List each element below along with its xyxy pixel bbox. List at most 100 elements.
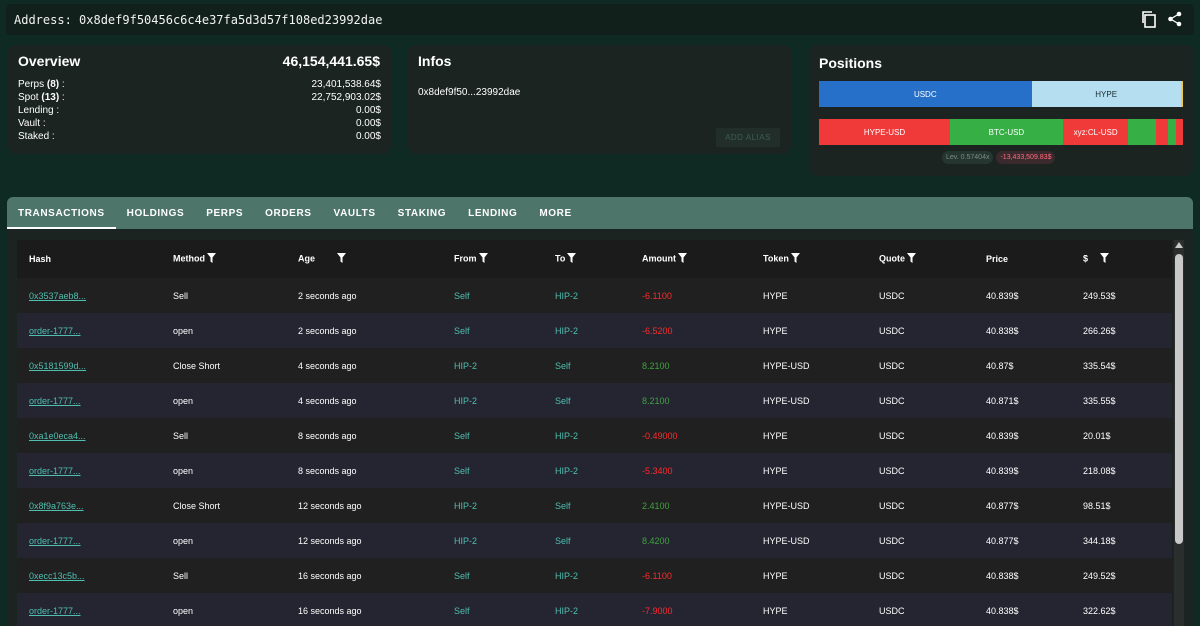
- cell-hash[interactable]: order-1777...: [29, 606, 81, 616]
- cell-token: HYPE-USD: [763, 535, 810, 546]
- filter-icon[interactable]: [907, 253, 916, 265]
- tab-vaults[interactable]: VAULTS: [323, 197, 387, 229]
- cell-token: HYPE: [763, 570, 788, 581]
- filter-icon[interactable]: [567, 253, 577, 265]
- filter-icon[interactable]: [337, 253, 347, 265]
- cell-hash[interactable]: order-1777...: [29, 466, 81, 476]
- position-segment[interactable]: [1180, 81, 1183, 107]
- cell-hash[interactable]: order-1777...: [29, 536, 81, 546]
- cell-age: 12 seconds ago: [298, 535, 362, 546]
- cell-from[interactable]: Self: [454, 326, 470, 336]
- cell-method: open: [173, 535, 194, 546]
- transactions-table: Hash Method Age From To Amount Token Quote Price…: [17, 240, 1172, 626]
- tab-staking[interactable]: STAKING: [387, 197, 457, 229]
- filter-icon[interactable]: [790, 253, 800, 265]
- position-segment[interactable]: [1168, 119, 1176, 145]
- add-alias-button[interactable]: ADD ALIAS: [716, 128, 780, 147]
- cell-hash[interactable]: 0xa1e0eca4...: [29, 431, 86, 441]
- cell-from[interactable]: HIP-2: [454, 501, 477, 511]
- table-header: Hash Method Age From To Amount Token Quote Price…: [17, 240, 1172, 278]
- filter-icon[interactable]: [1100, 253, 1110, 265]
- position-segment[interactable]: [1175, 119, 1183, 145]
- cell-to[interactable]: Self: [555, 396, 571, 406]
- position-segment[interactable]: [1128, 119, 1156, 145]
- overview-row-value: 23,401,538.64$: [311, 79, 381, 90]
- cell-quote: USDC: [879, 500, 905, 511]
- cell-price: 40.877$: [986, 500, 1019, 511]
- cell-price: 40.87$: [986, 360, 1014, 371]
- cell-price: 40.838$: [986, 325, 1019, 336]
- position-segment[interactable]: [1155, 119, 1169, 145]
- overview-row-name: Staked :: [18, 131, 55, 142]
- overview-total: 46,154,441.65$: [282, 53, 380, 69]
- overview-row-name: Lending :: [18, 105, 60, 116]
- tab-transactions[interactable]: TRANSACTIONS: [7, 197, 116, 229]
- scrollbar-thumb[interactable]: [1175, 254, 1183, 544]
- tab-lending[interactable]: LENDING: [457, 197, 528, 229]
- cell-to[interactable]: HIP-2: [555, 431, 578, 441]
- cell-to[interactable]: HIP-2: [555, 466, 578, 476]
- cell-hash[interactable]: order-1777...: [29, 396, 81, 406]
- tab-more[interactable]: MORE: [528, 197, 582, 229]
- tab-holdings[interactable]: HOLDINGS: [116, 197, 196, 229]
- column-header-token: Token: [763, 253, 800, 265]
- copy-icon[interactable]: [1140, 10, 1158, 28]
- cell-from[interactable]: Self: [454, 291, 470, 301]
- cell-to[interactable]: Self: [555, 501, 571, 511]
- cell-price: 40.839$: [986, 430, 1019, 441]
- cell-from[interactable]: HIP-2: [454, 361, 477, 371]
- cell-to[interactable]: HIP-2: [555, 291, 578, 301]
- overview-row: Vault : 0.00$: [18, 117, 381, 130]
- column-header-label: Hash: [29, 254, 52, 264]
- cell-hash[interactable]: order-1777...: [29, 326, 81, 336]
- cell-token: HYPE: [763, 290, 788, 301]
- filter-icon[interactable]: [478, 253, 488, 265]
- cell-hash[interactable]: 0xecc13c5b...: [29, 571, 85, 581]
- cell-from[interactable]: HIP-2: [454, 396, 477, 406]
- filter-icon[interactable]: [207, 253, 216, 265]
- share-icon[interactable]: [1166, 10, 1184, 28]
- cell-amount: 8.4200: [642, 535, 670, 546]
- tab-orders[interactable]: ORDERS: [254, 197, 322, 229]
- cell-usd: 218.08$: [1083, 465, 1116, 476]
- cell-method: Sell: [173, 430, 189, 441]
- overview-row-value: 0.00$: [355, 105, 381, 116]
- cell-method: open: [173, 325, 194, 336]
- cell-from[interactable]: Self: [454, 466, 470, 476]
- cell-price: 40.838$: [986, 570, 1019, 581]
- cell-age: 8 seconds ago: [298, 430, 357, 441]
- cell-from[interactable]: Self: [454, 606, 470, 616]
- overview-row-label: Perps (8) :: [18, 79, 65, 90]
- cell-quote: USDC: [879, 395, 905, 406]
- cell-amount: 8.2100: [642, 360, 670, 371]
- column-header-price: Price: [986, 254, 1008, 264]
- cell-to[interactable]: Self: [555, 361, 571, 371]
- position-segment[interactable]: HYPE: [1031, 81, 1181, 107]
- position-segment[interactable]: USDC: [819, 81, 1032, 107]
- cell-age: 16 seconds ago: [298, 570, 362, 581]
- cell-token: HYPE: [763, 605, 788, 616]
- scroll-up-arrow[interactable]: [1175, 242, 1183, 248]
- filter-icon[interactable]: [678, 253, 687, 265]
- table-row: order-1777... open 4 seconds ago HIP-2 Self 8…: [17, 383, 1172, 418]
- cell-to[interactable]: HIP-2: [555, 326, 578, 336]
- cell-from[interactable]: HIP-2: [454, 536, 477, 546]
- position-segment[interactable]: xyz:CL-USD: [1062, 119, 1129, 145]
- cell-hash[interactable]: 0x5181599d...: [29, 361, 86, 371]
- cell-from[interactable]: Self: [454, 431, 470, 441]
- cell-to[interactable]: HIP-2: [555, 606, 578, 616]
- tab-perps[interactable]: PERPS: [195, 197, 254, 229]
- cell-usd: 98.51$: [1083, 500, 1111, 511]
- cell-to[interactable]: Self: [555, 536, 571, 546]
- cell-from[interactable]: Self: [454, 571, 470, 581]
- position-segment[interactable]: HYPE-USD: [819, 119, 951, 145]
- cell-quote: USDC: [879, 570, 905, 581]
- cell-price: 40.871$: [986, 395, 1019, 406]
- position-segment[interactable]: BTC-USD: [950, 119, 1063, 145]
- cell-to[interactable]: HIP-2: [555, 571, 578, 581]
- cell-hash[interactable]: 0x8f9a763e...: [29, 501, 84, 511]
- cell-method: Close Short: [173, 360, 221, 371]
- cell-hash[interactable]: 0x3537aeb8...: [29, 291, 86, 301]
- cell-usd: 266.26$: [1083, 325, 1116, 336]
- scrollbar[interactable]: [1174, 240, 1184, 626]
